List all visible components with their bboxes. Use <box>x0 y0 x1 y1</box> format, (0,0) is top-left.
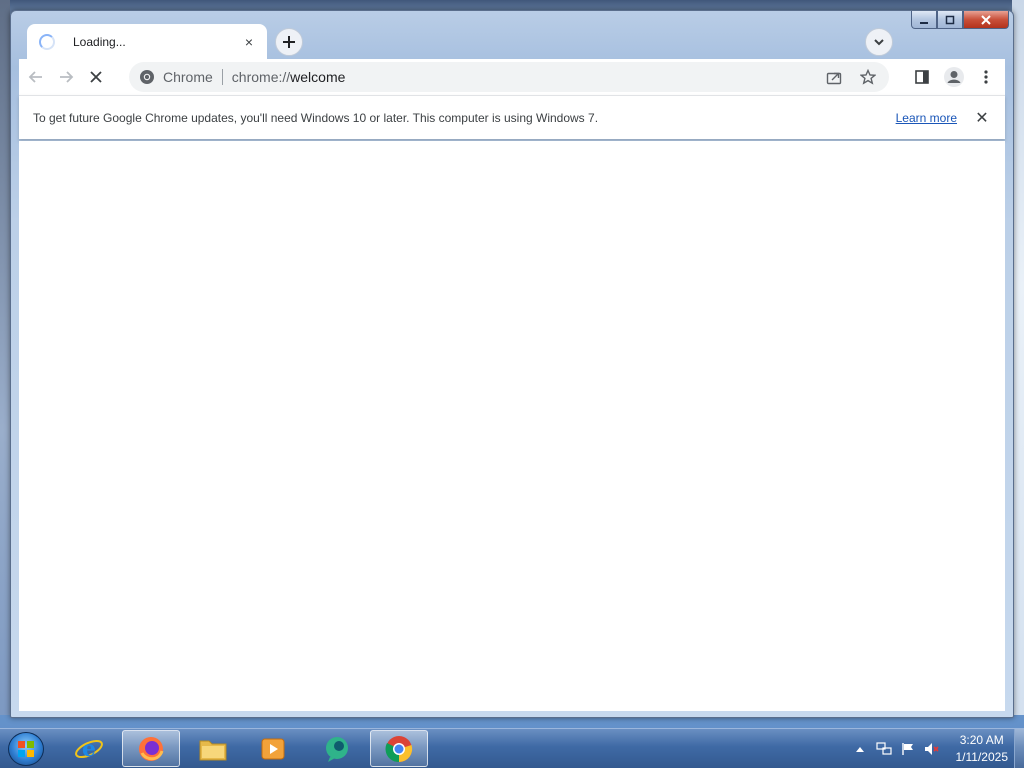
network-icon <box>875 742 892 755</box>
clock-date: 1/11/2025 <box>955 750 1009 764</box>
messenger-icon <box>326 736 348 762</box>
star-icon <box>860 69 876 85</box>
network-tray-button[interactable] <box>874 739 894 759</box>
forward-button[interactable] <box>51 62 81 92</box>
chrome-icon <box>385 735 413 762</box>
taskbar-clock[interactable]: 3:20 AM 1/11/2025 <box>956 732 1009 766</box>
url-scheme: chrome:// <box>231 69 291 85</box>
system-tray: 3:20 AM 1/11/2025 <box>850 729 1009 768</box>
new-tab-button[interactable] <box>275 28 303 56</box>
learn-more-link[interactable]: Learn more <box>896 111 957 125</box>
minimize-button[interactable] <box>911 11 937 29</box>
taskbar-media-player[interactable] <box>244 730 302 767</box>
side-panel-icon <box>915 70 929 84</box>
share-icon <box>826 72 842 85</box>
toolbar-right-actions <box>907 62 1001 92</box>
flag-icon <box>901 743 913 755</box>
arrow-right-icon <box>60 71 74 83</box>
plus-icon <box>283 36 295 48</box>
infobar-close-button[interactable]: ✕ <box>973 108 991 128</box>
chevron-up-icon <box>855 747 864 752</box>
page-content <box>19 141 1005 711</box>
action-center-button[interactable] <box>898 739 918 759</box>
taskbar-messenger[interactable] <box>308 730 366 767</box>
loading-spinner-icon <box>39 34 55 50</box>
chevron-down-icon <box>874 39 884 46</box>
address-bar[interactable]: Chrome chrome:// welcome <box>129 62 889 92</box>
browser-toolbar: Chrome chrome:// welcome <box>19 59 1005 95</box>
site-label: Chrome <box>163 69 213 85</box>
update-infobar: To get future Google Chrome updates, you… <box>19 95 1005 139</box>
arrow-left-icon <box>28 71 42 83</box>
desktop-background-left <box>0 0 10 715</box>
address-separator <box>221 69 223 85</box>
bookmark-button[interactable] <box>853 62 883 92</box>
share-button[interactable] <box>819 62 849 92</box>
side-panel-button[interactable] <box>907 62 937 92</box>
address-bar-actions <box>819 62 883 92</box>
profile-button[interactable] <box>939 62 969 92</box>
clock-time: 3:20 AM <box>959 733 1004 747</box>
infobar-message: To get future Google Chrome updates, you… <box>33 110 599 125</box>
taskbar-windows-explorer[interactable] <box>184 730 242 767</box>
media-player-icon <box>261 738 285 759</box>
volume-muted-icon <box>924 743 939 755</box>
firefox-icon <box>139 736 164 761</box>
internet-explorer-icon: e <box>75 736 103 762</box>
taskbar-google-chrome[interactable] <box>370 730 428 767</box>
show-desktop-button[interactable] <box>1014 729 1024 768</box>
tab-search-button[interactable] <box>865 28 893 56</box>
windows-logo-icon <box>18 741 34 757</box>
tab-title: Loading... <box>73 35 126 49</box>
close-icon <box>90 71 102 83</box>
url-path: welcome <box>290 69 346 85</box>
tab-close-button[interactable]: × <box>241 34 257 50</box>
folder-icon <box>199 740 227 760</box>
restore-icon <box>945 15 955 24</box>
avatar-icon <box>944 67 964 87</box>
stop-loading-button[interactable] <box>81 62 111 92</box>
chrome-window: Loading... × Chrome chrome:// welcome To… <box>10 10 1014 718</box>
close-window-button[interactable] <box>963 11 1009 29</box>
taskbar-firefox[interactable] <box>122 730 180 767</box>
svg-text:e: e <box>82 736 96 762</box>
kebab-menu-icon <box>984 70 988 84</box>
maximize-button[interactable] <box>937 11 963 29</box>
back-button[interactable] <box>21 62 51 92</box>
show-hidden-icons-button[interactable] <box>850 739 870 759</box>
minimize-icon <box>920 21 928 24</box>
tab-welcome[interactable]: Loading... × <box>27 24 267 60</box>
windows-taskbar: e 3:20 AM 1/11/2025 <box>0 728 1024 768</box>
chrome-logo-icon <box>140 70 154 84</box>
close-icon <box>981 14 991 25</box>
window-caption-buttons <box>911 11 1009 31</box>
volume-tray-button[interactable] <box>922 739 942 759</box>
taskbar-internet-explorer[interactable]: e <box>60 730 118 767</box>
menu-button[interactable] <box>971 62 1001 92</box>
start-button[interactable] <box>8 732 44 766</box>
